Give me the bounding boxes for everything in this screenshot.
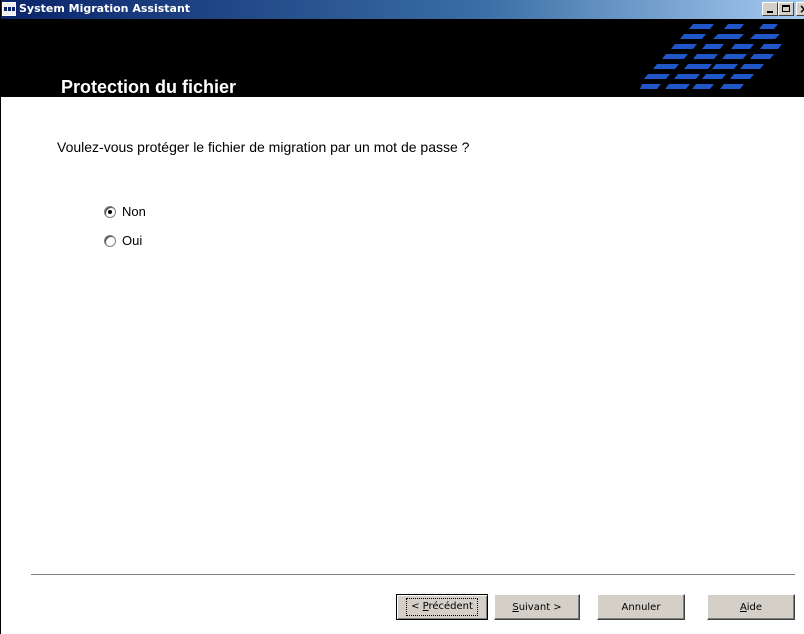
title-bar[interactable]: System Migration Assistant ×: [0, 0, 804, 19]
radio-button-non[interactable]: [104, 206, 116, 218]
next-button[interactable]: Suivant >: [494, 594, 580, 620]
footer-separator: [31, 574, 795, 576]
minimize-button[interactable]: [762, 2, 778, 16]
previous-button[interactable]: < Précédent: [396, 594, 488, 620]
cancel-button-label: Annuler: [621, 601, 661, 613]
radio-label-oui[interactable]: Oui: [122, 233, 142, 249]
cancel-button[interactable]: Annuler: [597, 594, 685, 620]
radio-label-non[interactable]: Non: [122, 204, 146, 220]
minimize-icon: [767, 11, 773, 13]
radio-button-oui[interactable]: [104, 235, 116, 247]
ibm-logo: [640, 24, 782, 89]
maximize-icon: [782, 5, 790, 12]
window-border: [0, 0, 1, 634]
help-button[interactable]: Aide: [707, 594, 795, 620]
previous-button-label: < Précédent: [406, 598, 478, 616]
question-text: Voulez-vous protéger le fichier de migra…: [57, 139, 470, 155]
wizard-window: System Migration Assistant × Protection …: [0, 0, 804, 634]
radio-option-oui[interactable]: Oui: [104, 233, 142, 249]
help-button-label: Aide: [739, 601, 763, 613]
maximize-button[interactable]: [778, 2, 794, 16]
radio-option-non[interactable]: Non: [104, 204, 146, 220]
close-icon: ×: [799, 2, 804, 16]
radio-selected-dot: [108, 210, 112, 214]
window-title: System Migration Assistant: [19, 2, 191, 15]
next-button-label: Suivant >: [512, 601, 562, 613]
close-button[interactable]: ×: [796, 2, 804, 16]
page-title: Protection du fichier: [61, 77, 237, 97]
app-icon: [2, 2, 16, 16]
